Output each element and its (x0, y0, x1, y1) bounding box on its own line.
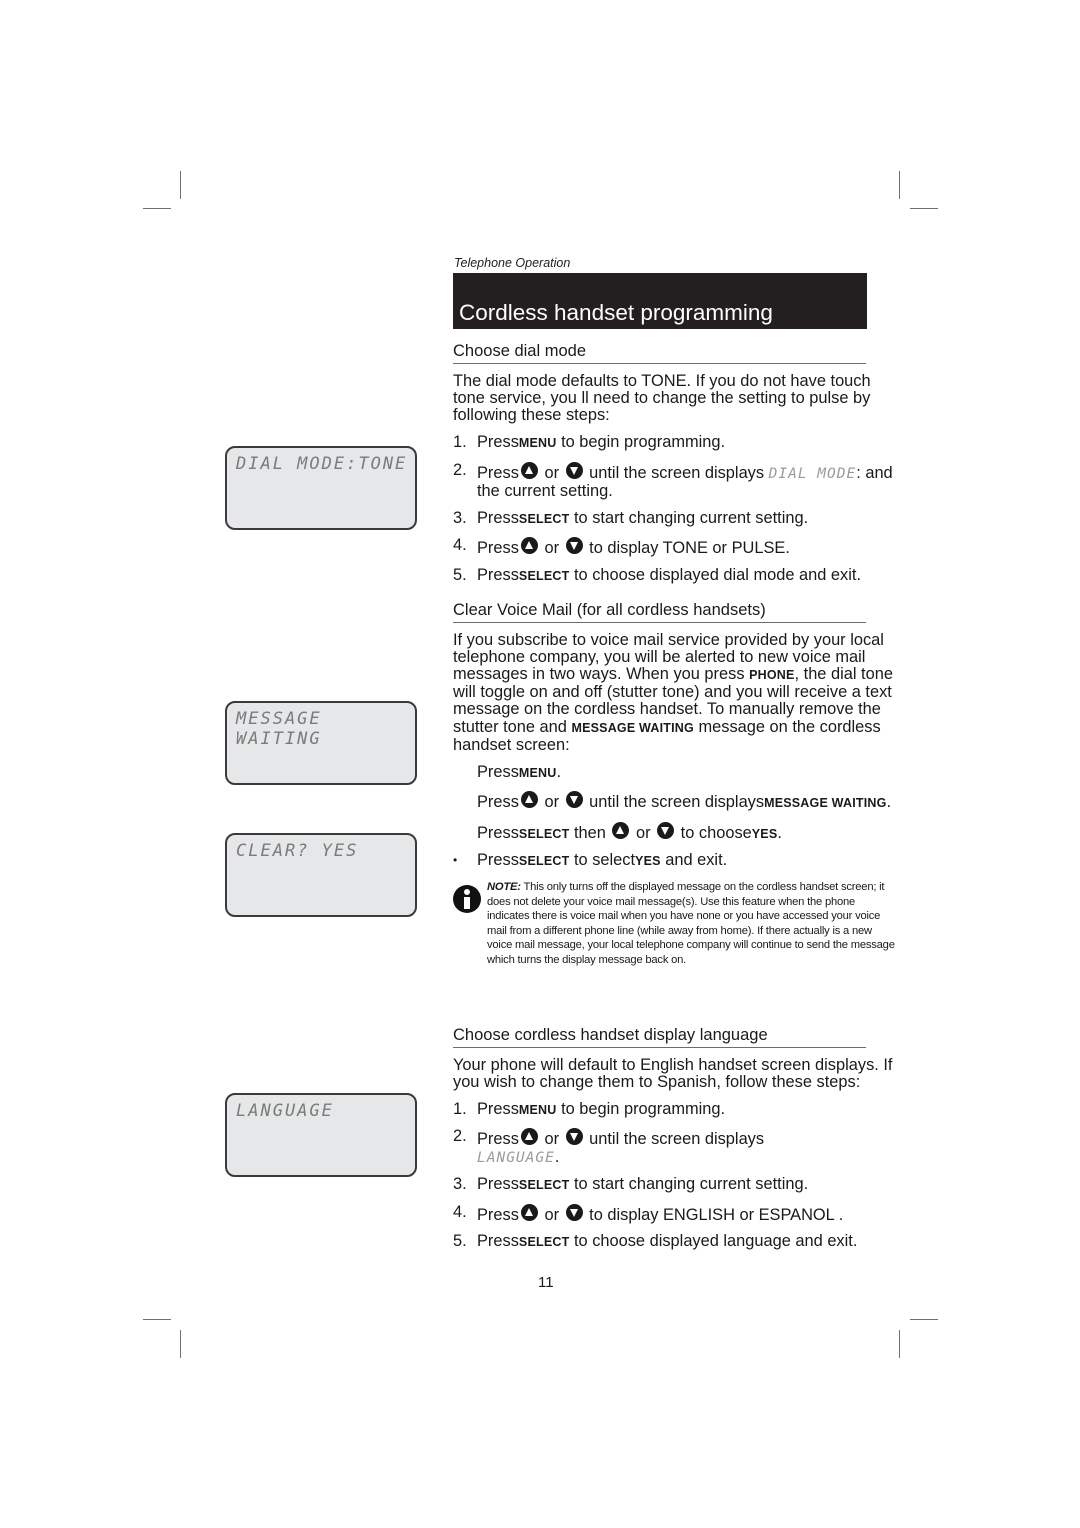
down-arrow-button-icon (565, 1203, 583, 1221)
crop-mark (180, 1330, 181, 1358)
step: 3. PressSELECT to start changing current… (453, 508, 809, 527)
page-title: Cordless handset programming (459, 300, 773, 325)
section-heading: Choose dial mode (453, 342, 866, 364)
section-heading: Clear Voice Mail (for all cordless hands… (453, 601, 866, 623)
lcd-inline-text: DIAL MODE (768, 465, 857, 482)
section-intro: If you subscribe to voice mail service p… (453, 630, 893, 754)
page-number: 11 (538, 1274, 554, 1291)
step: 4. Press or to display ENGLISH or ESPANO… (453, 1202, 844, 1224)
lcd-text: DIAL MODE:TONE (236, 454, 408, 474)
section-intro: The dial mode defaults to TONE. If you d… (453, 371, 871, 424)
crop-mark (143, 208, 171, 209)
note-text: This only turns off the displayed messag… (487, 880, 895, 966)
lcd-text: LANGUAGE (236, 1101, 334, 1121)
lcd-inline-text: LANGUAGE (477, 1149, 555, 1166)
note-box: NOTE: This only turns off the displayed … (453, 880, 897, 968)
down-arrow-button-icon (565, 1128, 583, 1146)
running-head: Telephone Operation (454, 256, 571, 270)
down-arrow-button-icon (565, 537, 583, 555)
key-label: SELECT (518, 568, 570, 583)
key-label: MENU (518, 436, 557, 451)
step: 4. Press or to display TONE or PULSE. (453, 536, 790, 558)
key-label: SELECT (518, 511, 570, 526)
up-arrow-button-icon (520, 461, 538, 479)
crop-mark (180, 171, 181, 199)
note-label: NOTE: (487, 880, 521, 893)
key-label: SELECT (518, 826, 570, 841)
lcd-screen: CLEAR? YES (225, 833, 417, 917)
crop-mark (910, 208, 938, 209)
key-label: MESSAGE WAITING (764, 796, 887, 811)
lcd-screen: LANGUAGE (225, 1093, 417, 1177)
up-arrow-button-icon (520, 537, 538, 555)
step: Press or until the screen displaysMESSAG… (477, 791, 892, 812)
key-label: YES (635, 854, 661, 869)
key-label: MENU (518, 1102, 557, 1117)
step: 3. PressSELECT to start changing current… (453, 1175, 809, 1194)
step: 1. PressMENU to begin programming. (453, 1099, 726, 1118)
crop-mark (143, 1319, 171, 1320)
step: PressSELECT then or to chooseYES. (477, 821, 782, 842)
up-arrow-button-icon (520, 1128, 538, 1146)
key-label: YES (751, 826, 778, 841)
step: 1. PressMENU to begin programming. (453, 433, 726, 452)
lcd-screen: MESSAGE WAITING (225, 701, 417, 785)
key-label: SELECT (518, 1235, 570, 1250)
up-arrow-button-icon (520, 791, 538, 809)
down-arrow-button-icon (565, 461, 583, 479)
down-arrow-button-icon (565, 791, 583, 809)
section-language: Choose cordless handset display language… (453, 1026, 897, 1261)
section-dial-mode: Choose dial mode The dial mode defaults … (453, 342, 897, 594)
key-label: SELECT (518, 1178, 570, 1193)
step: • PressSELECT to selectYES and exit. (453, 851, 728, 870)
crop-mark (899, 1330, 900, 1358)
crop-mark (910, 1319, 938, 1320)
section-intro: Your phone will default to English hands… (453, 1055, 893, 1091)
key-label: MESSAGE WAITING (571, 720, 694, 735)
info-icon (453, 884, 481, 913)
step: 2. Press or until the screen displays LAN… (453, 1127, 765, 1166)
step: 2. Press or until the screen displays DI… (453, 460, 893, 501)
section-voice-mail: Clear Voice Mail (for all cordless hands… (453, 601, 897, 979)
title-bar: Cordless handset programming (453, 273, 867, 329)
lcd-screen: DIAL MODE:TONE (225, 446, 417, 530)
section-heading: Choose cordless handset display language (453, 1026, 866, 1048)
step: PressMENU. (477, 762, 562, 781)
key-label: SELECT (518, 854, 570, 869)
key-label: PHONE (749, 667, 795, 682)
down-arrow-button-icon (657, 821, 675, 839)
lcd-text: CLEAR? YES (236, 841, 359, 861)
crop-mark (899, 171, 900, 199)
up-arrow-button-icon (612, 821, 630, 839)
step: 5. PressSELECT to choose displayed langu… (453, 1232, 858, 1251)
lcd-text: MESSAGE WAITING (236, 709, 322, 749)
up-arrow-button-icon (520, 1203, 538, 1221)
step: 5. PressSELECT to choose displayed dial … (453, 565, 861, 584)
key-label: MENU (518, 765, 557, 780)
